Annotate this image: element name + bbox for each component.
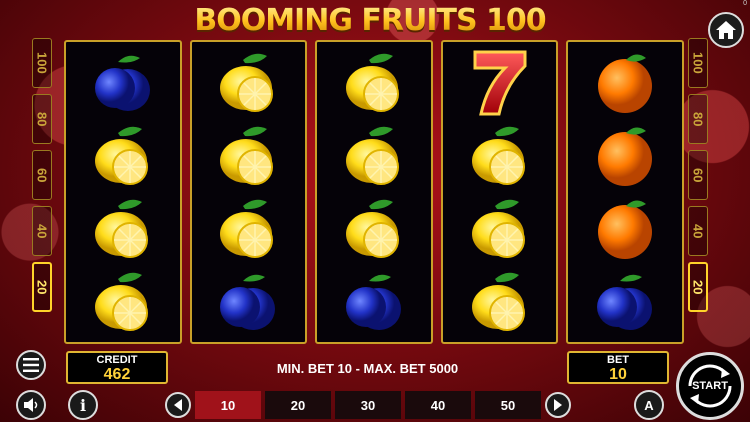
payline-right-60[interactable]: 60 <box>688 150 708 200</box>
home-icon <box>716 21 736 39</box>
speaker-icon <box>24 398 38 412</box>
orange-icon <box>590 121 660 191</box>
arrow-left-icon <box>174 399 182 411</box>
arrow-right-icon <box>554 399 562 411</box>
hamburger-icon <box>23 358 39 372</box>
home-button[interactable] <box>708 12 744 48</box>
reel-grid <box>64 40 684 344</box>
payline-left-100[interactable]: 100 <box>32 38 52 88</box>
credit-label: CREDIT <box>96 354 138 366</box>
plum-icon <box>590 267 660 337</box>
payline-left-20[interactable]: 20 <box>32 262 52 312</box>
reel-2 <box>189 40 308 344</box>
lemon-icon <box>465 194 535 264</box>
bet-option-10[interactable]: 10 <box>195 391 261 419</box>
orange-icon <box>590 48 660 118</box>
lemon-icon <box>213 194 283 264</box>
bet-limits: MIN. BET 10 - MAX. BET 5000 <box>276 361 459 376</box>
payline-left-40[interactable]: 40 <box>32 206 52 256</box>
autoplay-label: A <box>644 397 654 413</box>
start-label: START <box>692 380 728 392</box>
credit-value: 462 <box>103 366 131 383</box>
version-label: 0 <box>743 0 747 7</box>
lemon-icon <box>339 48 409 118</box>
game-title: BOOMING FRUITS 100 <box>190 2 550 40</box>
lemon-icon <box>88 267 158 337</box>
bet-option-30[interactable]: 30 <box>335 391 401 419</box>
reel-4 <box>440 40 559 344</box>
info-button[interactable]: i <box>68 390 98 420</box>
lemon-icon <box>213 48 283 118</box>
credit-display: CREDIT 462 <box>66 351 168 384</box>
lemon-icon <box>465 267 535 337</box>
reel-5 <box>566 40 684 344</box>
bet-label: BET <box>607 354 629 366</box>
paylines-left: 100 80 60 40 20 <box>32 38 52 312</box>
bet-display: BET 10 <box>567 351 669 384</box>
payline-left-60[interactable]: 60 <box>32 150 52 200</box>
bet-next-button[interactable] <box>545 392 571 418</box>
lemon-icon <box>88 194 158 264</box>
seven-icon <box>465 48 535 118</box>
reel-1 <box>64 40 182 344</box>
autoplay-button[interactable]: A <box>634 390 664 420</box>
lemon-icon <box>339 121 409 191</box>
start-button[interactable]: START <box>676 352 744 420</box>
bet-option-20[interactable]: 20 <box>265 391 331 419</box>
bet-selector: 10 20 30 40 50 <box>165 390 571 420</box>
bet-option-50[interactable]: 50 <box>475 391 541 419</box>
lemon-icon <box>213 121 283 191</box>
payline-right-20[interactable]: 20 <box>688 262 708 312</box>
payline-right-40[interactable]: 40 <box>688 206 708 256</box>
payline-left-80[interactable]: 80 <box>32 94 52 144</box>
menu-button[interactable] <box>16 350 46 380</box>
plum-icon <box>339 267 409 337</box>
payline-right-80[interactable]: 80 <box>688 94 708 144</box>
sound-button[interactable] <box>16 390 46 420</box>
lemon-icon <box>88 121 158 191</box>
payline-right-100[interactable]: 100 <box>688 38 708 88</box>
bet-options: 10 20 30 40 50 <box>195 391 541 419</box>
bet-value: 10 <box>609 366 627 383</box>
plum-icon <box>88 48 158 118</box>
orange-icon <box>590 194 660 264</box>
plum-icon <box>213 267 283 337</box>
paylines-right: 100 80 60 40 20 <box>688 38 708 312</box>
lemon-icon <box>339 194 409 264</box>
bet-prev-button[interactable] <box>165 392 191 418</box>
bet-option-40[interactable]: 40 <box>405 391 471 419</box>
reel-3 <box>315 40 433 344</box>
lemon-icon <box>465 121 535 191</box>
